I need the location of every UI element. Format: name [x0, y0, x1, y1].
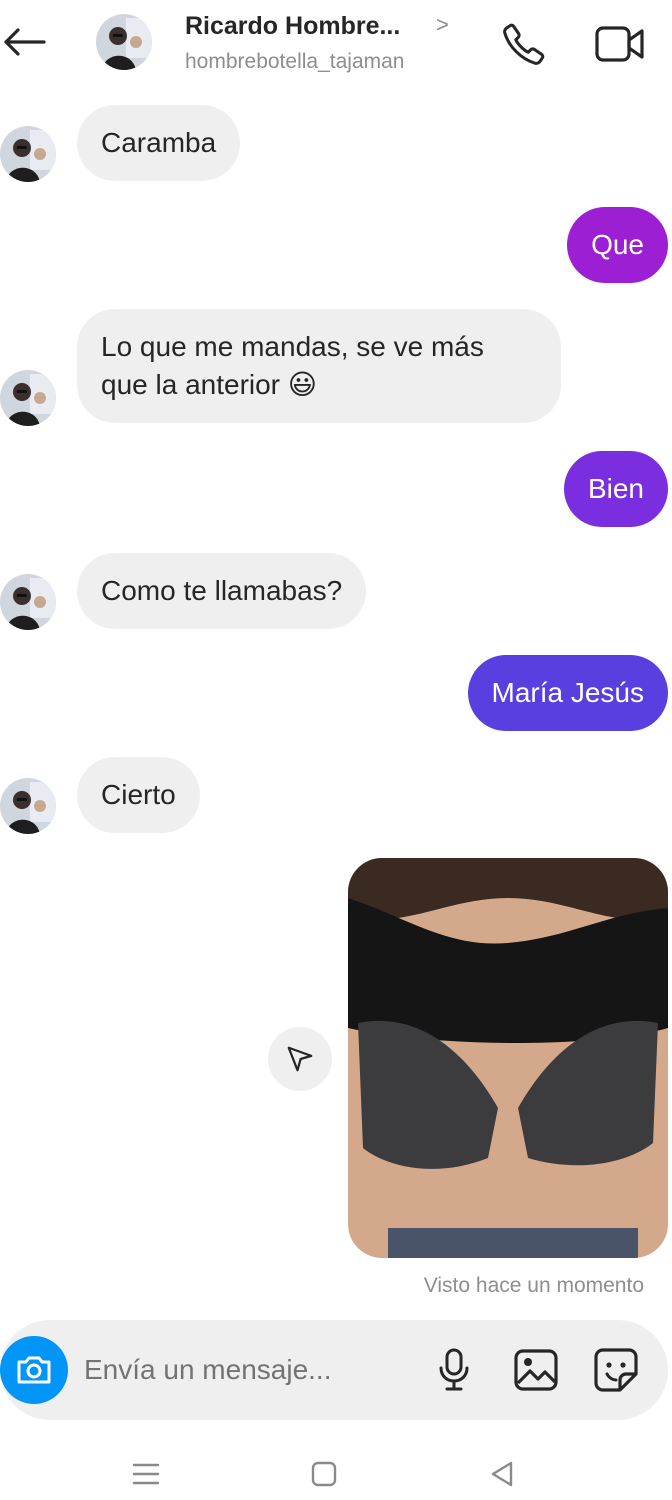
phone-icon	[503, 23, 545, 65]
sticker-icon	[594, 1348, 638, 1392]
menu-icon	[132, 1463, 160, 1485]
system-back-button[interactable]	[478, 1454, 526, 1494]
send-icon	[287, 1046, 313, 1072]
message-bubble-outgoing[interactable]: Bien	[563, 451, 668, 527]
camera-icon	[17, 1356, 51, 1384]
voice-message-button[interactable]	[430, 1346, 478, 1394]
sticker-button[interactable]	[592, 1346, 640, 1394]
sender-avatar[interactable]	[0, 370, 56, 426]
recent-apps-button[interactable]	[122, 1454, 170, 1494]
share-message-button[interactable]	[268, 1027, 332, 1091]
back-button[interactable]	[0, 18, 48, 66]
sender-avatar[interactable]	[0, 126, 56, 182]
message-composer	[0, 1320, 668, 1420]
dm-thread-screen: Ricardo Hombre... > hombrebotella_tajama…	[0, 0, 672, 1500]
message-bubble-incoming[interactable]: Caramba	[77, 105, 241, 181]
seen-status: Visto hace un momento	[423, 1274, 644, 1297]
message-input[interactable]	[84, 1350, 404, 1390]
camera-button[interactable]	[0, 1328, 68, 1412]
video-call-button[interactable]	[592, 18, 648, 70]
message-bubble-outgoing[interactable]: Que	[567, 207, 668, 283]
video-camera-icon	[595, 26, 644, 62]
back-arrow-icon	[4, 28, 46, 56]
sender-avatar[interactable]	[0, 778, 56, 834]
chevron-right-icon[interactable]: >	[436, 12, 449, 38]
gallery-button[interactable]	[510, 1346, 562, 1394]
contact-username[interactable]: hombrebotella_tajaman	[185, 50, 404, 74]
message-bubble-incoming[interactable]: Lo que me mandas, se ve más que la anter…	[77, 309, 561, 423]
contact-name[interactable]: Ricardo Hombre...	[185, 12, 400, 41]
gallery-icon	[514, 1349, 558, 1391]
message-bubble-incoming[interactable]: Como te llamabas?	[77, 553, 367, 629]
home-button[interactable]	[300, 1454, 348, 1494]
message-bubble-outgoing[interactable]: María Jesús	[467, 655, 668, 731]
message-bubble-incoming[interactable]: Cierto	[77, 757, 200, 833]
microphone-icon	[439, 1348, 469, 1391]
system-navigation-bar	[0, 1446, 672, 1500]
home-icon	[311, 1461, 337, 1487]
back-triangle-icon	[491, 1461, 513, 1487]
photo-message[interactable]	[348, 858, 668, 1258]
audio-call-button[interactable]	[498, 18, 550, 70]
thread-header: Ricardo Hombre... > hombrebotella_tajama…	[0, 0, 672, 92]
sender-avatar[interactable]	[0, 574, 56, 630]
contact-avatar[interactable]	[96, 14, 152, 70]
